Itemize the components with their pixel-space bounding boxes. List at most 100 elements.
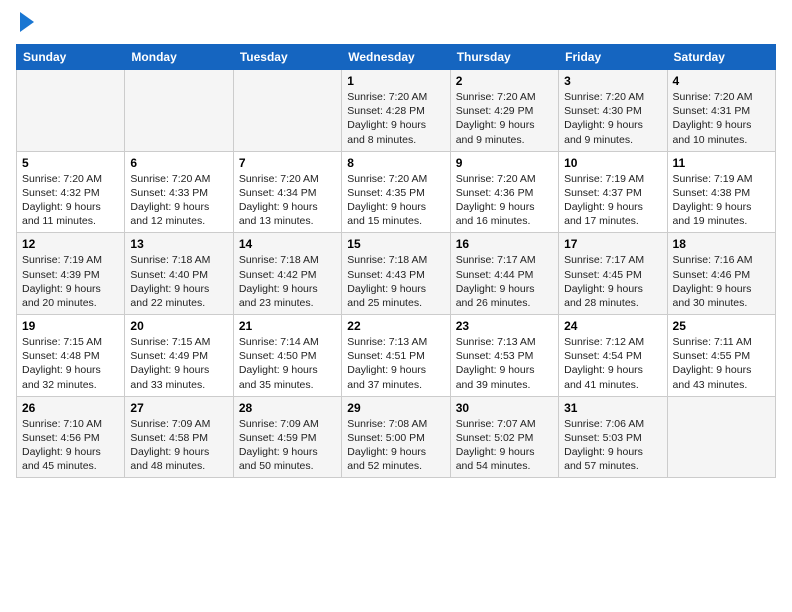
- calendar-row-2: 5 Sunrise: 7:20 AM Sunset: 4:32 PM Daylig…: [17, 151, 776, 233]
- weekday-header-row: SundayMondayTuesdayWednesdayThursdayFrid…: [17, 45, 776, 70]
- day-info: Sunrise: 7:20 AM Sunset: 4:28 PM Dayligh…: [347, 90, 444, 147]
- day-number: 8: [347, 156, 444, 170]
- day-info: Sunrise: 7:20 AM Sunset: 4:35 PM Dayligh…: [347, 172, 444, 229]
- logo: [16, 16, 34, 32]
- day-number: 30: [456, 401, 553, 415]
- weekday-header-friday: Friday: [559, 45, 667, 70]
- day-info: Sunrise: 7:19 AM Sunset: 4:39 PM Dayligh…: [22, 253, 119, 310]
- day-number: 15: [347, 237, 444, 251]
- calendar-cell: 28 Sunrise: 7:09 AM Sunset: 4:59 PM Dayli…: [233, 396, 341, 478]
- calendar-cell: 8 Sunrise: 7:20 AM Sunset: 4:35 PM Daylig…: [342, 151, 450, 233]
- day-number: 10: [564, 156, 661, 170]
- day-number: 17: [564, 237, 661, 251]
- day-number: 21: [239, 319, 336, 333]
- calendar-cell: [17, 70, 125, 152]
- calendar-cell: 2Sunrise: 7:20 AM Sunset: 4:29 PM Daylig…: [450, 70, 558, 152]
- calendar-cell: 26 Sunrise: 7:10 AM Sunset: 4:56 PM Dayli…: [17, 396, 125, 478]
- day-number: 12: [22, 237, 119, 251]
- calendar-cell: 10 Sunrise: 7:19 AM Sunset: 4:37 PM Dayli…: [559, 151, 667, 233]
- calendar-cell: 6 Sunrise: 7:20 AM Sunset: 4:33 PM Daylig…: [125, 151, 233, 233]
- calendar-cell: 5 Sunrise: 7:20 AM Sunset: 4:32 PM Daylig…: [17, 151, 125, 233]
- calendar-row-1: 1Sunrise: 7:20 AM Sunset: 4:28 PM Daylig…: [17, 70, 776, 152]
- day-info: Sunrise: 7:18 AM Sunset: 4:40 PM Dayligh…: [130, 253, 227, 310]
- calendar-cell: [667, 396, 775, 478]
- day-number: 9: [456, 156, 553, 170]
- day-number: 6: [130, 156, 227, 170]
- day-number: 25: [673, 319, 770, 333]
- calendar-cell: 4Sunrise: 7:20 AM Sunset: 4:31 PM Daylig…: [667, 70, 775, 152]
- calendar-cell: 13 Sunrise: 7:18 AM Sunset: 4:40 PM Dayli…: [125, 233, 233, 315]
- day-number: 2: [456, 74, 553, 88]
- page-header: [16, 16, 776, 32]
- calendar-cell: 9 Sunrise: 7:20 AM Sunset: 4:36 PM Daylig…: [450, 151, 558, 233]
- day-info: Sunrise: 7:13 AM Sunset: 4:51 PM Dayligh…: [347, 335, 444, 392]
- day-info: Sunrise: 7:15 AM Sunset: 4:48 PM Dayligh…: [22, 335, 119, 392]
- day-info: Sunrise: 7:20 AM Sunset: 4:36 PM Dayligh…: [456, 172, 553, 229]
- day-number: 16: [456, 237, 553, 251]
- weekday-header-monday: Monday: [125, 45, 233, 70]
- day-number: 13: [130, 237, 227, 251]
- day-info: Sunrise: 7:08 AM Sunset: 5:00 PM Dayligh…: [347, 417, 444, 474]
- calendar-cell: 14 Sunrise: 7:18 AM Sunset: 4:42 PM Dayli…: [233, 233, 341, 315]
- day-number: 31: [564, 401, 661, 415]
- day-number: 18: [673, 237, 770, 251]
- day-number: 28: [239, 401, 336, 415]
- day-info: Sunrise: 7:18 AM Sunset: 4:43 PM Dayligh…: [347, 253, 444, 310]
- day-info: Sunrise: 7:20 AM Sunset: 4:31 PM Dayligh…: [673, 90, 770, 147]
- day-info: Sunrise: 7:20 AM Sunset: 4:30 PM Dayligh…: [564, 90, 661, 147]
- day-info: Sunrise: 7:09 AM Sunset: 4:58 PM Dayligh…: [130, 417, 227, 474]
- calendar-row-4: 19 Sunrise: 7:15 AM Sunset: 4:48 PM Dayli…: [17, 315, 776, 397]
- calendar-cell: 17 Sunrise: 7:17 AM Sunset: 4:45 PM Dayli…: [559, 233, 667, 315]
- calendar-cell: 7 Sunrise: 7:20 AM Sunset: 4:34 PM Daylig…: [233, 151, 341, 233]
- calendar-cell: 30 Sunrise: 7:07 AM Sunset: 5:02 PM Dayli…: [450, 396, 558, 478]
- day-number: 27: [130, 401, 227, 415]
- day-number: 26: [22, 401, 119, 415]
- calendar-cell: 11 Sunrise: 7:19 AM Sunset: 4:38 PM Dayli…: [667, 151, 775, 233]
- day-info: Sunrise: 7:18 AM Sunset: 4:42 PM Dayligh…: [239, 253, 336, 310]
- weekday-header-wednesday: Wednesday: [342, 45, 450, 70]
- calendar-cell: 27 Sunrise: 7:09 AM Sunset: 4:58 PM Dayli…: [125, 396, 233, 478]
- day-number: 5: [22, 156, 119, 170]
- day-info: Sunrise: 7:13 AM Sunset: 4:53 PM Dayligh…: [456, 335, 553, 392]
- weekday-header-thursday: Thursday: [450, 45, 558, 70]
- day-number: 11: [673, 156, 770, 170]
- calendar-row-5: 26 Sunrise: 7:10 AM Sunset: 4:56 PM Dayli…: [17, 396, 776, 478]
- calendar-cell: 20Sunrise: 7:15 AM Sunset: 4:49 PM Dayli…: [125, 315, 233, 397]
- calendar-table: SundayMondayTuesdayWednesdayThursdayFrid…: [16, 44, 776, 478]
- day-info: Sunrise: 7:16 AM Sunset: 4:46 PM Dayligh…: [673, 253, 770, 310]
- day-number: 14: [239, 237, 336, 251]
- calendar-cell: 22 Sunrise: 7:13 AM Sunset: 4:51 PM Dayli…: [342, 315, 450, 397]
- day-number: 19: [22, 319, 119, 333]
- calendar-header: SundayMondayTuesdayWednesdayThursdayFrid…: [17, 45, 776, 70]
- day-info: Sunrise: 7:10 AM Sunset: 4:56 PM Dayligh…: [22, 417, 119, 474]
- day-info: Sunrise: 7:20 AM Sunset: 4:32 PM Dayligh…: [22, 172, 119, 229]
- day-number: 7: [239, 156, 336, 170]
- day-number: 3: [564, 74, 661, 88]
- calendar-cell: [233, 70, 341, 152]
- calendar-cell: 18 Sunrise: 7:16 AM Sunset: 4:46 PM Dayli…: [667, 233, 775, 315]
- calendar-row-3: 12 Sunrise: 7:19 AM Sunset: 4:39 PM Dayli…: [17, 233, 776, 315]
- day-info: Sunrise: 7:06 AM Sunset: 5:03 PM Dayligh…: [564, 417, 661, 474]
- day-info: Sunrise: 7:07 AM Sunset: 5:02 PM Dayligh…: [456, 417, 553, 474]
- day-info: Sunrise: 7:19 AM Sunset: 4:38 PM Dayligh…: [673, 172, 770, 229]
- calendar-cell: 21Sunrise: 7:14 AM Sunset: 4:50 PM Dayli…: [233, 315, 341, 397]
- weekday-header-sunday: Sunday: [17, 45, 125, 70]
- day-info: Sunrise: 7:11 AM Sunset: 4:55 PM Dayligh…: [673, 335, 770, 392]
- calendar-cell: [125, 70, 233, 152]
- weekday-header-tuesday: Tuesday: [233, 45, 341, 70]
- calendar-cell: 29 Sunrise: 7:08 AM Sunset: 5:00 PM Dayli…: [342, 396, 450, 478]
- calendar-cell: 3 Sunrise: 7:20 AM Sunset: 4:30 PM Daylig…: [559, 70, 667, 152]
- calendar-cell: 25 Sunrise: 7:11 AM Sunset: 4:55 PM Dayli…: [667, 315, 775, 397]
- day-info: Sunrise: 7:20 AM Sunset: 4:33 PM Dayligh…: [130, 172, 227, 229]
- day-info: Sunrise: 7:17 AM Sunset: 4:44 PM Dayligh…: [456, 253, 553, 310]
- day-number: 29: [347, 401, 444, 415]
- calendar-cell: 31 Sunrise: 7:06 AM Sunset: 5:03 PM Dayli…: [559, 396, 667, 478]
- day-info: Sunrise: 7:20 AM Sunset: 4:34 PM Dayligh…: [239, 172, 336, 229]
- day-info: Sunrise: 7:12 AM Sunset: 4:54 PM Dayligh…: [564, 335, 661, 392]
- day-number: 23: [456, 319, 553, 333]
- calendar-cell: 12 Sunrise: 7:19 AM Sunset: 4:39 PM Dayli…: [17, 233, 125, 315]
- day-number: 22: [347, 319, 444, 333]
- day-info: Sunrise: 7:09 AM Sunset: 4:59 PM Dayligh…: [239, 417, 336, 474]
- day-info: Sunrise: 7:19 AM Sunset: 4:37 PM Dayligh…: [564, 172, 661, 229]
- day-info: Sunrise: 7:17 AM Sunset: 4:45 PM Dayligh…: [564, 253, 661, 310]
